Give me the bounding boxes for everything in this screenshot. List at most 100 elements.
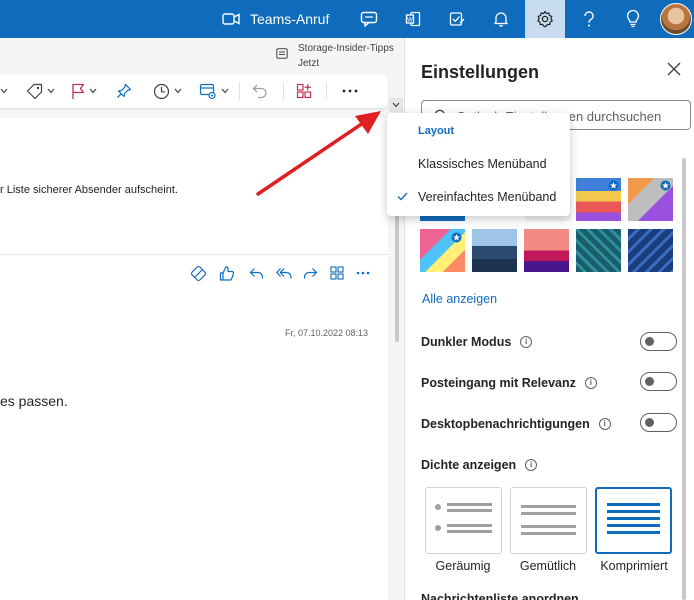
teams-call-button[interactable]: Teams-Anruf xyxy=(222,0,329,38)
layout-dropdown: Layout Klassisches Menüband Vereinfachte… xyxy=(387,113,570,216)
message-body-text: es passen. xyxy=(0,393,68,409)
simplified-ribbon xyxy=(0,74,388,108)
theme-thumbnail[interactable] xyxy=(628,178,673,221)
show-all-themes-link[interactable]: Alle anzeigen xyxy=(422,292,497,306)
chat-button[interactable] xyxy=(349,0,389,38)
apps-button[interactable] xyxy=(296,82,312,100)
focused-inbox-toggle[interactable] xyxy=(640,372,677,391)
top-bar: Teams-Anruf W xyxy=(0,0,694,38)
theme-thumbnail[interactable] xyxy=(420,229,465,272)
info-icon[interactable]: i xyxy=(525,459,538,471)
rules-icon xyxy=(199,83,216,99)
setting-focused-inbox: Posteingang mit Relevanz i xyxy=(421,376,597,390)
notice-title: Storage-Insider-Tipps xyxy=(298,43,394,54)
theme-thumbnail[interactable] xyxy=(576,229,621,272)
chevron-down-icon xyxy=(221,88,229,94)
ribbon-chevron-left[interactable] xyxy=(0,82,8,100)
dark-mode-toggle[interactable] xyxy=(640,332,677,351)
density-label-spacious: Geräumig xyxy=(435,559,491,573)
clock-icon xyxy=(153,83,170,99)
like-icon[interactable] xyxy=(219,265,235,282)
help-icon xyxy=(584,11,594,27)
star-badge-icon xyxy=(608,180,619,191)
ribbon-layout-toggle[interactable] xyxy=(389,98,403,112)
categorize-button[interactable] xyxy=(26,82,55,100)
forward-icon[interactable] xyxy=(303,267,318,280)
reply-all-icon[interactable] xyxy=(276,267,292,280)
pin-button[interactable] xyxy=(116,82,132,100)
chevron-down-icon xyxy=(89,88,97,94)
density-label-compact: Komprimiert xyxy=(600,559,668,573)
density-cozy-icon xyxy=(521,505,576,535)
notice-time: Jetzt xyxy=(298,58,320,69)
panel-title: Einstellungen xyxy=(421,62,540,82)
settings-scrollbar[interactable] xyxy=(682,158,686,600)
more-options-button[interactable] xyxy=(342,82,358,100)
theme-thumbnail[interactable] xyxy=(524,229,569,272)
chat-icon xyxy=(360,11,378,27)
density-option-spacious[interactable] xyxy=(425,487,502,554)
ribbon-divider xyxy=(283,82,284,100)
star-badge-icon xyxy=(451,232,462,243)
arrange-message-list-heading: Nachrichtenliste anordnen xyxy=(421,592,579,600)
message-divider xyxy=(0,254,388,255)
message-actions xyxy=(190,262,370,284)
close-icon[interactable] xyxy=(665,60,683,78)
teams-call-label: Teams-Anruf xyxy=(250,11,330,27)
chevron-down-icon xyxy=(0,88,8,94)
theme-thumbnail[interactable] xyxy=(628,229,673,272)
info-icon[interactable]: i xyxy=(598,418,611,430)
chevron-down-icon xyxy=(174,88,182,94)
help-button[interactable] xyxy=(569,0,609,38)
tips-button[interactable] xyxy=(613,0,653,38)
chevron-down-icon xyxy=(47,88,55,94)
message-date: Fr, 07.10.2022 08:13 xyxy=(285,328,369,338)
newsletter-icon xyxy=(276,48,288,59)
tag-icon xyxy=(26,83,43,99)
setting-label: Desktopbenachrichtigungen xyxy=(421,417,590,431)
safe-sender-text: r Liste sicherer Absender aufscheint. xyxy=(0,184,178,196)
reading-pane-area: Storage-Insider-Tipps Jetzt r Liste sich… xyxy=(0,38,404,600)
avatar[interactable] xyxy=(660,3,692,35)
flag-icon xyxy=(72,83,85,99)
rules-button[interactable] xyxy=(199,82,229,100)
settings-button[interactable] xyxy=(525,0,565,38)
setting-label: Dunkler Modus xyxy=(421,335,512,349)
density-option-cozy[interactable] xyxy=(510,487,587,554)
info-icon[interactable]: i xyxy=(520,336,533,348)
undo-icon xyxy=(252,84,267,99)
theme-thumbnail[interactable] xyxy=(472,229,517,272)
density-option-compact[interactable] xyxy=(595,487,672,554)
bell-icon xyxy=(494,12,508,27)
more-horizontal-icon xyxy=(342,89,358,93)
video-camera-icon xyxy=(222,13,240,25)
menu-item-simplified-ribbon[interactable]: Vereinfachtes Menüband xyxy=(418,190,556,204)
ribbon-divider xyxy=(239,82,240,100)
undo-button[interactable] xyxy=(252,82,268,100)
theme-thumbnail[interactable] xyxy=(576,178,621,221)
apps-icon xyxy=(296,83,312,99)
setting-dark-mode: Dunkler Modus i xyxy=(421,335,533,349)
info-icon[interactable]: i xyxy=(584,377,597,389)
checkmark-icon xyxy=(397,192,408,201)
density-compact-icon xyxy=(607,503,660,534)
message-view: r Liste sicherer Absender aufscheint. Fr… xyxy=(0,118,388,600)
chevron-down-icon xyxy=(392,102,400,108)
star-badge-icon xyxy=(660,180,671,191)
more-horizontal-icon[interactable] xyxy=(356,271,370,275)
notifications-button[interactable] xyxy=(481,0,521,38)
todo-button[interactable] xyxy=(437,0,477,38)
reply-icon[interactable] xyxy=(249,267,264,280)
density-label-cozy: Gemütlich xyxy=(519,559,577,573)
desktop-notifications-toggle[interactable] xyxy=(640,413,677,432)
gear-icon xyxy=(537,10,553,28)
flag-button[interactable] xyxy=(71,82,97,100)
density-spacious-icon xyxy=(435,503,492,533)
setting-desktop-notifications: Desktopbenachrichtigungen i xyxy=(421,417,611,431)
setting-label: Posteingang mit Relevanz xyxy=(421,376,576,390)
office-button[interactable]: W xyxy=(393,0,433,38)
sticky-note-icon[interactable] xyxy=(190,265,207,282)
apps-icon[interactable] xyxy=(330,266,344,280)
snooze-button[interactable] xyxy=(153,82,182,100)
menu-item-classic-ribbon[interactable]: Klassisches Menüband xyxy=(418,157,547,171)
